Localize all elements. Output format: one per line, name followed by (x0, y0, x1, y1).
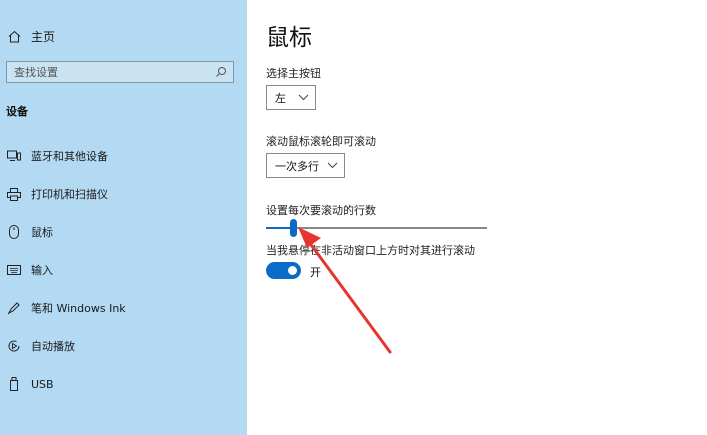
sidebar-section-title: 设备 (6, 105, 28, 118)
scroll-mode-value: 一次多行 (275, 159, 319, 173)
settings-search-input[interactable] (14, 65, 194, 79)
sidebar-item-label: USB (31, 377, 54, 391)
sidebar-item-pen-ink[interactable]: 笔和 Windows Ink (6, 299, 126, 317)
primary-button-value: 左 (275, 91, 286, 105)
mouse-icon (6, 224, 22, 240)
sidebar-item-home[interactable]: 主页 (6, 27, 55, 45)
sidebar-item-bluetooth[interactable]: 蓝牙和其他设备 (6, 147, 108, 165)
sidebar-item-label: 自动播放 (31, 340, 75, 353)
search-icon[interactable] (215, 63, 227, 82)
sidebar-item-label: 打印机和扫描仪 (31, 188, 108, 201)
sidebar-item-mouse[interactable]: 鼠标 (6, 223, 53, 241)
bluetooth-devices-icon (6, 148, 22, 164)
sidebar-item-label: 笔和 Windows Ink (31, 302, 126, 315)
inactive-scroll-toggle[interactable] (266, 262, 301, 279)
sidebar-item-usb[interactable]: USB (6, 375, 54, 393)
sidebar-item-label: 鼠标 (31, 226, 53, 239)
chevron-down-icon (298, 94, 309, 101)
sidebar-item-printers[interactable]: 打印机和扫描仪 (6, 185, 108, 203)
home-icon (6, 28, 22, 44)
settings-search-box[interactable] (6, 61, 234, 83)
inactive-scroll-label: 当我悬停在非活动窗口上方时对其进行滚动 (266, 244, 475, 257)
sidebar-home-label: 主页 (31, 29, 56, 44)
settings-sidebar: 主页 设备 蓝牙和其他设备 打印机和扫描仪 鼠标 输入 (0, 0, 247, 435)
scroll-lines-label: 设置每次要滚动的行数 (266, 204, 376, 217)
page-title: 鼠标 (266, 25, 312, 51)
scroll-mode-label: 滚动鼠标滚轮即可滚动 (266, 135, 376, 148)
mouse-settings-panel: 鼠标 选择主按钮 左 滚动鼠标滚轮即可滚动 一次多行 设置每次要滚动的行数 当我… (247, 0, 707, 435)
autoplay-icon (6, 338, 22, 354)
sidebar-item-label: 输入 (31, 264, 53, 277)
scroll-mode-dropdown[interactable]: 一次多行 (266, 153, 345, 178)
sidebar-item-label: 蓝牙和其他设备 (31, 150, 108, 163)
sidebar-item-typing[interactable]: 输入 (6, 261, 53, 279)
keyboard-icon (6, 262, 22, 278)
chevron-down-icon (327, 162, 338, 169)
scroll-lines-slider[interactable] (266, 219, 487, 237)
toggle-state-label: 开 (310, 266, 321, 279)
printer-icon (6, 186, 22, 202)
slider-fill (266, 227, 293, 229)
sidebar-item-autoplay[interactable]: 自动播放 (6, 337, 75, 355)
pen-icon (6, 300, 22, 316)
primary-button-label: 选择主按钮 (266, 67, 321, 80)
primary-button-dropdown[interactable]: 左 (266, 85, 316, 110)
slider-thumb[interactable] (289, 219, 297, 237)
toggle-knob (288, 266, 297, 275)
usb-icon (6, 376, 22, 392)
